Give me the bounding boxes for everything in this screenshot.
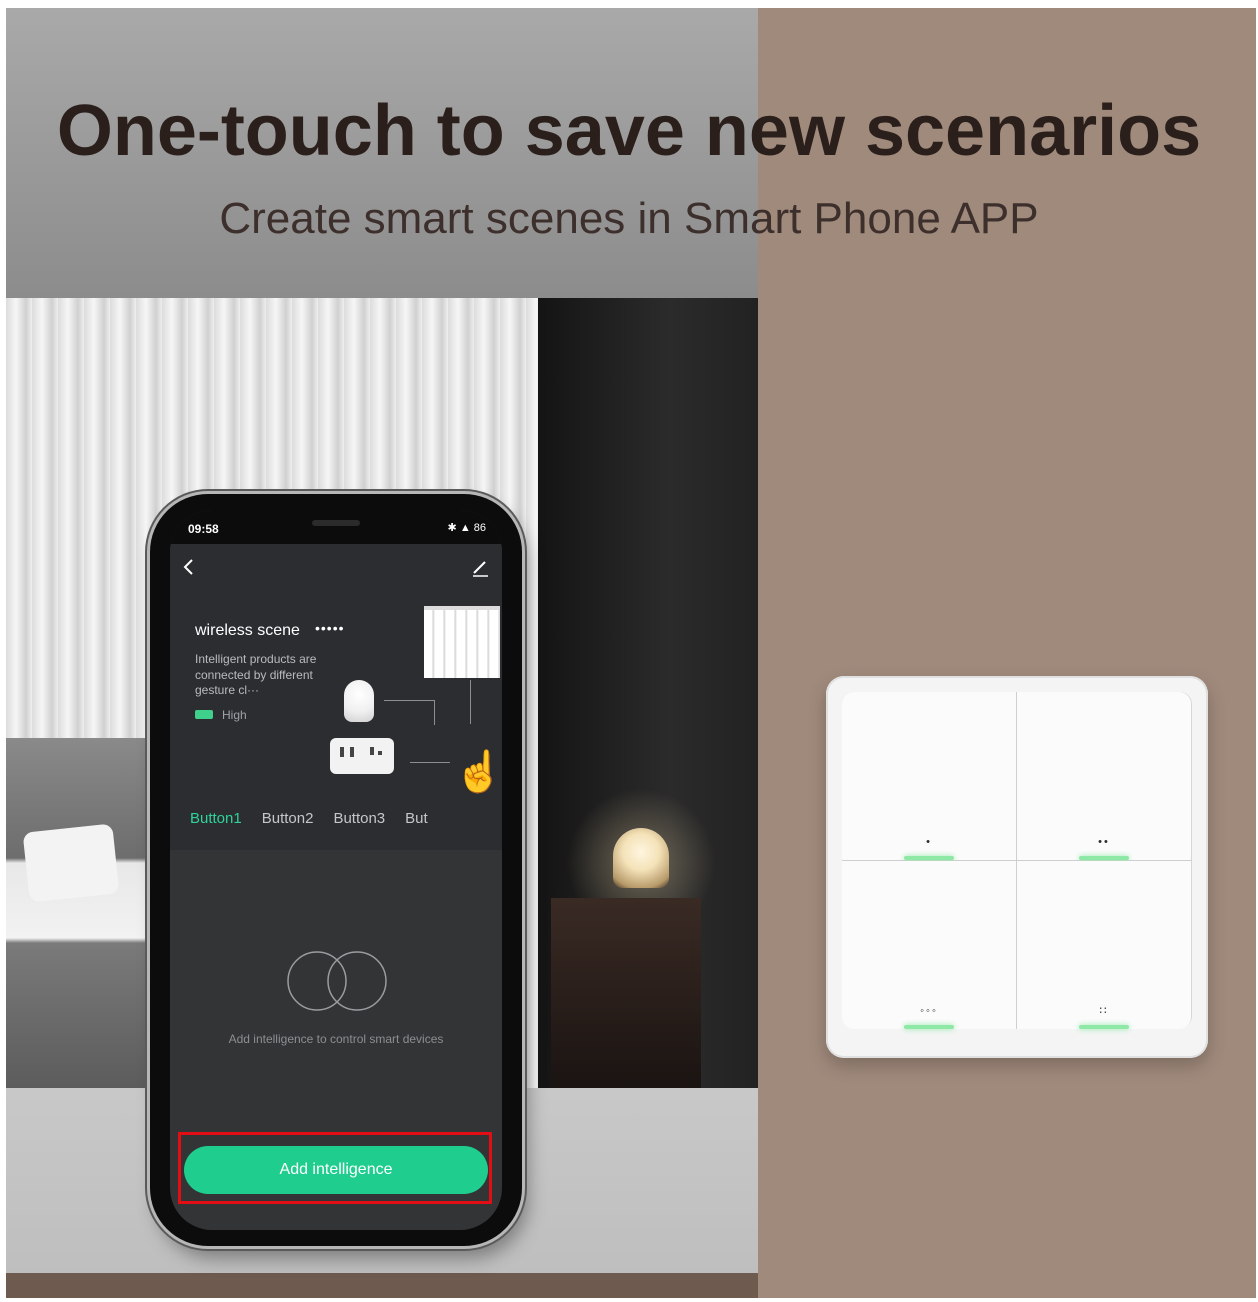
- plug-icon: [330, 738, 394, 774]
- button-tabs: Button1 Button2 Button3 But: [190, 810, 502, 834]
- phone-screen: 09:58 ✱ ▲ 86 wireless scene ••••• Intell…: [170, 510, 502, 1230]
- back-button[interactable]: [180, 558, 198, 576]
- notch: [312, 520, 360, 526]
- key-mark: ••: [1098, 836, 1110, 848]
- tab-button3[interactable]: Button3: [333, 810, 385, 827]
- socket-icon: [340, 747, 382, 757]
- tab-button4[interactable]: But: [405, 810, 428, 827]
- pencil-icon: [473, 561, 488, 577]
- key-mark: ∷: [1099, 1005, 1109, 1017]
- connector-line: [384, 700, 435, 725]
- pillow: [22, 823, 120, 903]
- empty-state-text: Add intelligence to control smart device…: [228, 1032, 444, 1046]
- key-mark: ◦◦◦: [920, 1005, 938, 1017]
- wall-switch: • •• ◦◦◦ ∷: [826, 676, 1208, 1058]
- subline: Create smart scenes in Smart Phone APP: [219, 194, 1039, 243]
- side-table: [551, 898, 701, 1088]
- switch-key-4[interactable]: ∷: [1017, 861, 1191, 1029]
- connector-line: [470, 680, 471, 724]
- connector-line: [410, 762, 450, 763]
- edit-button[interactable]: [470, 558, 490, 578]
- key-led: [904, 1025, 954, 1029]
- battery-label: High: [222, 708, 247, 722]
- status-icons: ✱ ▲ 86: [447, 522, 486, 534]
- tab-button2[interactable]: Button2: [262, 810, 314, 827]
- headline: One-touch to save new scenarios: [56, 91, 1202, 171]
- key-mark: •: [926, 836, 932, 848]
- switch-key-3[interactable]: ◦◦◦: [842, 861, 1017, 1029]
- scene-title: wireless scene: [195, 622, 300, 639]
- bulb-icon: [344, 680, 374, 722]
- switch-key-2[interactable]: ••: [1017, 692, 1191, 861]
- status-time: 09:58: [188, 522, 219, 536]
- key-led: [1079, 1025, 1129, 1029]
- scene-description: Intelligent products are connected by di…: [195, 652, 317, 697]
- curtain-icon: [424, 606, 500, 678]
- add-intelligence-button[interactable]: Add intelligence: [184, 1146, 488, 1194]
- status-bar: 09:58 ✱ ▲ 86: [170, 510, 502, 544]
- hand-gesture-icon: ☝: [454, 750, 502, 794]
- switch-key-1[interactable]: •: [842, 692, 1017, 861]
- key-led: [1079, 856, 1129, 860]
- chevron-left-icon: [183, 559, 193, 575]
- intelligence-rings-icon: [287, 951, 387, 1011]
- tab-button1[interactable]: Button1: [190, 810, 242, 827]
- table-lamp: [613, 828, 669, 888]
- battery-icon: [195, 710, 213, 719]
- switch-panel: • •• ◦◦◦ ∷: [842, 692, 1192, 1029]
- floor-base: [6, 1273, 758, 1298]
- smartphone: 09:58 ✱ ▲ 86 wireless scene ••••• Intell…: [150, 494, 522, 1246]
- scene-dots: •••••: [315, 620, 345, 636]
- key-led: [904, 856, 954, 860]
